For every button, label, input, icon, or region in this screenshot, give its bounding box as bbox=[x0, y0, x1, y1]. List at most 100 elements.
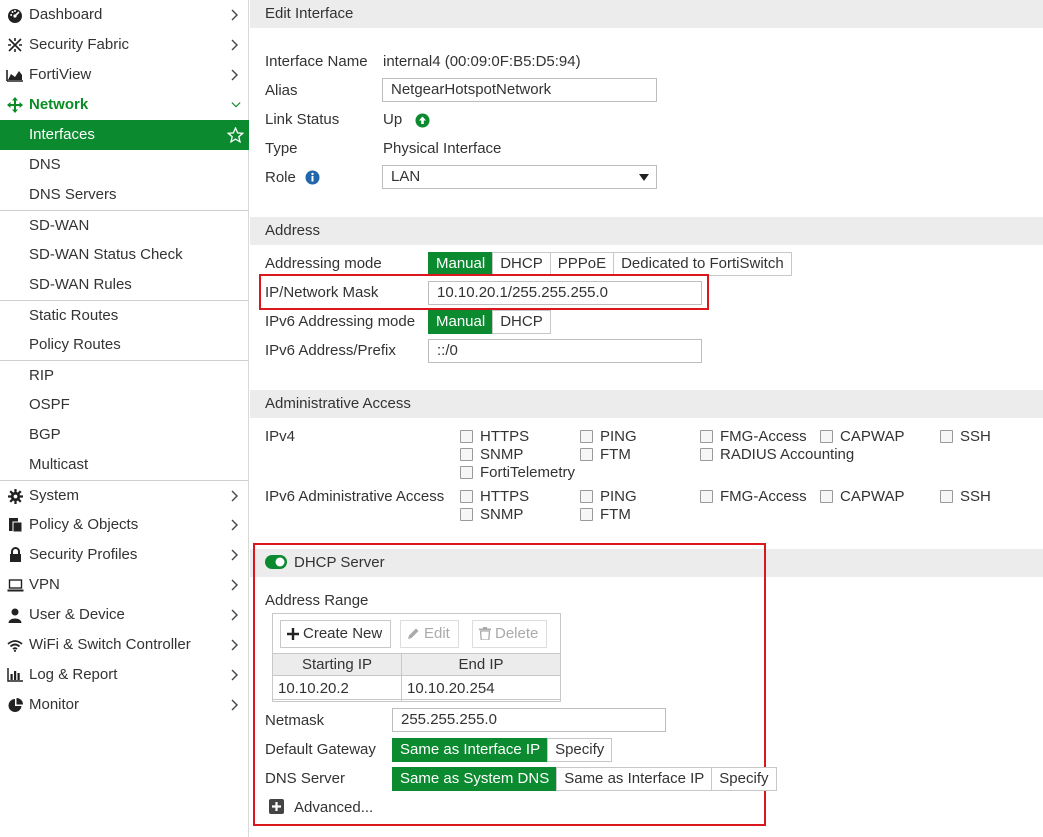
fortiview-icon bbox=[6, 60, 24, 90]
addressing-mode-fortiswitch[interactable]: Dedicated to FortiSwitch bbox=[613, 252, 792, 276]
lock-icon bbox=[6, 540, 24, 570]
type-value: Physical Interface bbox=[383, 140, 502, 157]
ipv4-snmp-checkbox[interactable]: SNMP bbox=[460, 446, 523, 464]
ipv4-access-label: IPv4 bbox=[265, 428, 296, 445]
ip-mask-input[interactable]: 10.10.20.1/255.255.255.0 bbox=[428, 281, 702, 305]
policy-icon bbox=[6, 510, 24, 540]
sidebar: Dashboard Security Fabric FortiView Netw… bbox=[0, 0, 249, 837]
addressing-mode-pppoe[interactable]: PPPoE bbox=[549, 252, 615, 276]
interface-name-value: internal4 (00:09:0F:B5:D5:94) bbox=[383, 53, 581, 70]
sidebar-item-multicast[interactable]: Multicast bbox=[0, 450, 249, 480]
sidebar-item-log-report[interactable]: Log & Report bbox=[0, 660, 249, 690]
sidebar-item-network[interactable]: Network bbox=[0, 90, 249, 120]
sidebar-item-monitor[interactable]: Monitor bbox=[0, 690, 249, 720]
sidebar-item-ospf[interactable]: OSPF bbox=[0, 390, 249, 420]
info-icon[interactable] bbox=[305, 170, 320, 188]
end-ip-cell: 10.10.20.254 bbox=[401, 675, 561, 702]
ipv6-fmg-access-checkbox[interactable]: FMG-Access bbox=[700, 488, 807, 506]
role-label: Role bbox=[265, 169, 296, 186]
ipv6-ssh-checkbox[interactable]: SSH bbox=[940, 488, 991, 506]
dropdown-arrow-icon bbox=[639, 174, 649, 181]
sidebar-item-sd-wan-status-check[interactable]: SD-WAN Status Check bbox=[0, 240, 249, 270]
ipv4-fmg-access-checkbox[interactable]: FMG-Access bbox=[700, 428, 807, 446]
ipv6-snmp-checkbox[interactable]: SNMP bbox=[460, 506, 523, 524]
starting-ip-cell: 10.10.20.2 bbox=[272, 675, 402, 702]
netmask-label: Netmask bbox=[265, 712, 325, 729]
sidebar-item-policy-routes[interactable]: Policy Routes bbox=[0, 330, 249, 360]
addressing-mode-manual[interactable]: Manual bbox=[428, 252, 494, 276]
addressing-mode-label: Addressing mode bbox=[265, 255, 382, 272]
ipv6-mode-dhcp[interactable]: DHCP bbox=[492, 310, 551, 334]
table-row[interactable]: 10.10.20.2 10.10.20.254 bbox=[272, 675, 561, 702]
security-fabric-icon bbox=[6, 30, 24, 60]
ipv4-https-checkbox[interactable]: HTTPS bbox=[460, 428, 529, 446]
chevron-right-icon bbox=[231, 30, 241, 60]
sidebar-item-dns[interactable]: DNS bbox=[0, 150, 249, 180]
sidebar-item-system[interactable]: System bbox=[0, 480, 249, 510]
ipv6-ftm-checkbox[interactable]: FTM bbox=[580, 506, 631, 524]
role-select[interactable]: LAN bbox=[382, 165, 657, 189]
wifi-icon bbox=[6, 630, 24, 660]
delete-button[interactable]: Delete bbox=[472, 620, 548, 648]
ipv6-capwap-checkbox[interactable]: CAPWAP bbox=[820, 488, 904, 506]
dns-server-toggle: Same as System DNS Same as Interface IP … bbox=[392, 767, 777, 791]
expand-plus-icon[interactable] bbox=[269, 799, 284, 817]
dns-same-as-interface[interactable]: Same as Interface IP bbox=[556, 767, 713, 791]
admin-access-header: Administrative Access bbox=[250, 390, 1043, 418]
pencil-icon bbox=[408, 628, 419, 639]
sidebar-item-rip[interactable]: RIP bbox=[0, 360, 249, 390]
sidebar-item-dns-servers[interactable]: DNS Servers bbox=[0, 180, 249, 210]
alias-input[interactable]: NetgearHotspotNetwork bbox=[382, 78, 657, 102]
ipv6-prefix-input[interactable]: ::/0 bbox=[428, 339, 702, 363]
sidebar-item-dashboard[interactable]: Dashboard bbox=[0, 0, 249, 30]
ipv6-mode-toggle: Manual DHCP bbox=[428, 310, 551, 334]
star-icon[interactable] bbox=[227, 120, 244, 150]
create-new-button[interactable]: Create New bbox=[280, 620, 392, 648]
ipv4-radius-accounting-checkbox[interactable]: RADIUS Accounting bbox=[700, 446, 854, 464]
dns-same-as-system[interactable]: Same as System DNS bbox=[392, 767, 558, 791]
sidebar-item-security-profiles[interactable]: Security Profiles bbox=[0, 540, 249, 570]
starting-ip-header[interactable]: Starting IP bbox=[272, 653, 402, 676]
sidebar-item-vpn[interactable]: VPN bbox=[0, 570, 249, 600]
ipv6-access-label: IPv6 Administrative Access bbox=[265, 488, 445, 505]
chevron-right-icon bbox=[231, 0, 241, 30]
sidebar-item-fortiview[interactable]: FortiView bbox=[0, 60, 249, 90]
sidebar-item-bgp[interactable]: BGP bbox=[0, 420, 249, 450]
sidebar-item-security-fabric[interactable]: Security Fabric bbox=[0, 30, 249, 60]
chevron-right-icon bbox=[231, 60, 241, 90]
plus-icon bbox=[287, 628, 299, 640]
laptop-icon bbox=[6, 570, 24, 600]
sidebar-item-user-device[interactable]: User & Device bbox=[0, 600, 249, 630]
ipv4-ftm-checkbox[interactable]: FTM bbox=[580, 446, 631, 464]
advanced-link[interactable]: Advanced... bbox=[294, 799, 373, 816]
default-gateway-toggle: Same as Interface IP Specify bbox=[392, 738, 613, 762]
gateway-same-as-interface[interactable]: Same as Interface IP bbox=[392, 738, 549, 762]
chevron-right-icon bbox=[231, 510, 241, 540]
sidebar-item-sd-wan[interactable]: SD-WAN bbox=[0, 210, 249, 240]
end-ip-header[interactable]: End IP bbox=[401, 653, 561, 676]
chevron-right-icon bbox=[231, 540, 241, 570]
ipv4-ping-checkbox[interactable]: PING bbox=[580, 428, 637, 446]
chevron-right-icon bbox=[231, 660, 241, 690]
sidebar-item-policy-objects[interactable]: Policy & Objects bbox=[0, 510, 249, 540]
netmask-input[interactable]: 255.255.255.0 bbox=[392, 708, 666, 732]
ipv6-mode-manual[interactable]: Manual bbox=[428, 310, 494, 334]
sidebar-item-interfaces[interactable]: Interfaces bbox=[0, 120, 249, 150]
sidebar-item-wifi-switch[interactable]: WiFi & Switch Controller bbox=[0, 630, 249, 660]
dns-specify[interactable]: Specify bbox=[711, 767, 777, 791]
gateway-specify[interactable]: Specify bbox=[547, 738, 613, 762]
chevron-down-icon bbox=[231, 90, 241, 120]
edit-button[interactable]: Edit bbox=[400, 620, 459, 648]
ip-mask-label: IP/Network Mask bbox=[265, 284, 379, 301]
ipv6-ping-checkbox[interactable]: PING bbox=[580, 488, 637, 506]
address-range-label: Address Range bbox=[265, 592, 369, 609]
ipv6-https-checkbox[interactable]: HTTPS bbox=[460, 488, 529, 506]
ipv4-fortitelemetry-checkbox[interactable]: FortiTelemetry bbox=[460, 464, 575, 482]
ipv4-capwap-checkbox[interactable]: CAPWAP bbox=[820, 428, 904, 446]
sidebar-item-static-routes[interactable]: Static Routes bbox=[0, 300, 249, 330]
addressing-mode-dhcp[interactable]: DHCP bbox=[492, 252, 551, 276]
sidebar-item-sd-wan-rules[interactable]: SD-WAN Rules bbox=[0, 270, 249, 300]
ipv4-ssh-checkbox[interactable]: SSH bbox=[940, 428, 991, 446]
default-gateway-label: Default Gateway bbox=[265, 741, 376, 758]
main-panel: Edit Interface Interface Name internal4 … bbox=[250, 0, 1043, 837]
